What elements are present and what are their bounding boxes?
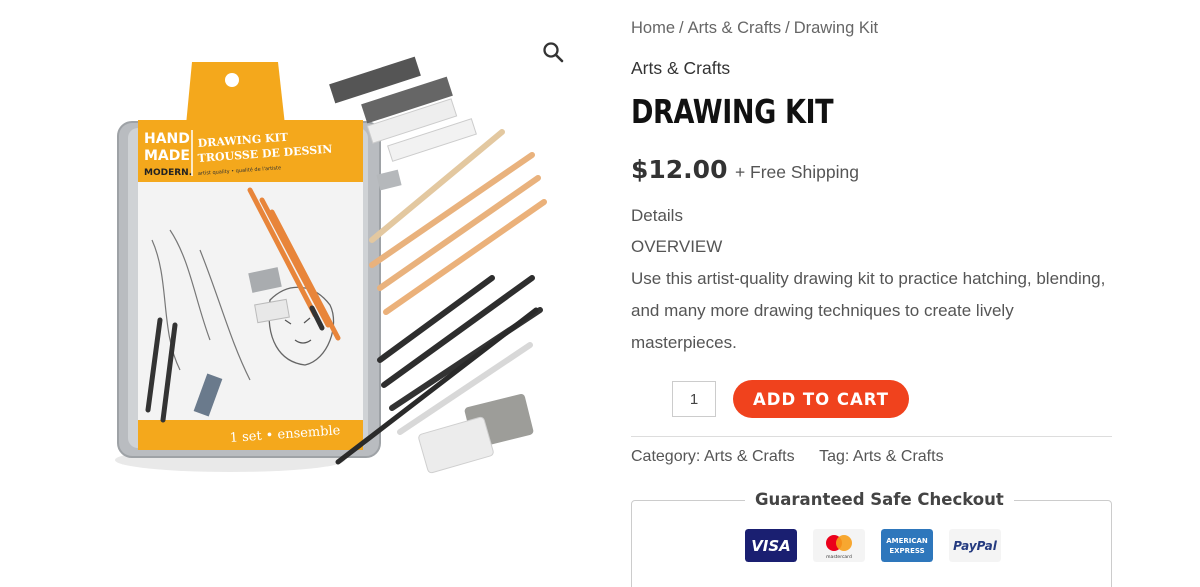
kit-brand-line-1: HAND [144,131,190,147]
amex-icon: AMERICAN EXPRESS [881,529,933,562]
tag-link[interactable]: Arts & Crafts [853,448,944,465]
breadcrumb-home[interactable]: Home [631,19,675,37]
product-meta: Category: Arts & Crafts Tag: Arts & Craf… [631,448,944,466]
svg-text:EXPRESS: EXPRESS [889,547,924,555]
breadcrumb-separator: / [785,19,790,37]
paypal-icon: PayPal [949,529,1001,562]
search-icon[interactable] [541,40,565,64]
visa-icon: VISA [745,529,797,562]
divider [631,436,1112,437]
kit-brand-line-2: MADE [144,148,190,164]
overview-label: OVERVIEW [631,237,723,256]
mastercard-icon: mastercard [813,529,865,562]
shipping-note: + Free Shipping [734,162,859,182]
breadcrumb-current: Drawing Kit [793,19,879,37]
breadcrumb: Home / Arts & Crafts / Drawing Kit [631,19,878,38]
svg-text:PayPal: PayPal [953,539,998,553]
payment-icons: VISA mastercard AMERICAN EXPRESS PayPal [745,529,1001,562]
safe-checkout-title: Guaranteed Safe Checkout [745,490,1014,509]
breadcrumb-separator: / [679,19,684,37]
category-label: Category: [631,448,701,465]
product-price: $12.00 [631,155,728,184]
svg-text:AMERICAN: AMERICAN [886,537,928,545]
category-link[interactable]: Arts & Crafts [704,448,795,465]
add-to-cart-button[interactable]: ADD TO CART [733,380,909,418]
price-row: $12.00 + Free Shipping [631,155,859,184]
page-title: DRAWING KIT [631,92,834,131]
product-brand: Arts & Crafts [631,58,731,78]
breadcrumb-category[interactable]: Arts & Crafts [688,19,782,37]
tag-label: Tag: [819,448,850,465]
quantity-input[interactable] [672,381,716,417]
kit-brand-line-3: MODERN. [144,168,192,178]
details-label: Details [631,206,683,225]
product-image[interactable]: HAND MADE MODERN. DRAWING KIT TROUSSE DE… [100,40,560,510]
svg-text:VISA: VISA [751,537,791,555]
svg-text:mastercard: mastercard [826,554,852,560]
product-description: Use this artist-quality drawing kit to p… [631,269,1106,352]
drawing-kit-photo: HAND MADE MODERN. DRAWING KIT TROUSSE DE… [115,56,547,474]
